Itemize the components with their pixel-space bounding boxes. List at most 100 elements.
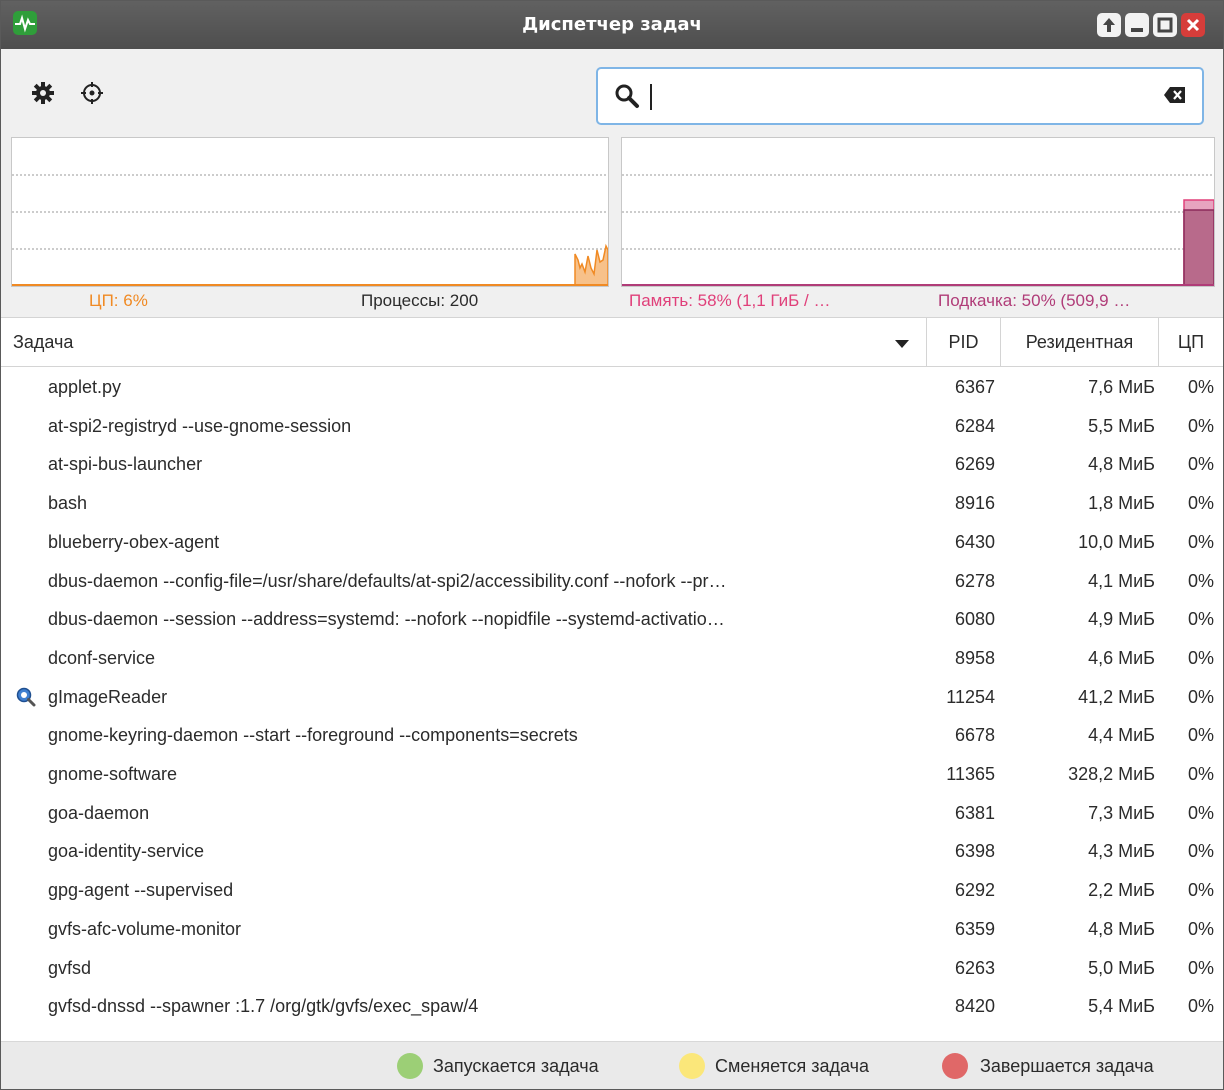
window-title: Диспетчер задач bbox=[522, 14, 702, 35]
toolbar bbox=[1, 49, 1223, 137]
process-resident-memory: 4,8 МиБ bbox=[1088, 454, 1155, 475]
process-pid: 6430 bbox=[954, 531, 995, 552]
column-header-pid[interactable]: PID bbox=[927, 318, 1001, 367]
gear-icon[interactable] bbox=[31, 81, 55, 105]
process-name: gvfs-afc-volume-monitor bbox=[48, 918, 242, 939]
table-row[interactable]: gvfs-afc-volume-monitor 6359 4,8 МиБ 0% bbox=[1, 910, 1223, 948]
process-resident-memory: 5,4 МиБ bbox=[1088, 996, 1155, 1017]
search-icon bbox=[615, 84, 639, 108]
table-row[interactable]: dbus-daemon --config-file=/usr/share/def… bbox=[1, 562, 1223, 600]
maximize-icon[interactable] bbox=[1153, 13, 1177, 37]
table-row[interactable]: gvfsd-dnssd --spawner :1.7 /org/gtk/gvfs… bbox=[1, 987, 1223, 1025]
process-resident-memory: 328,2 МиБ bbox=[1068, 764, 1155, 784]
process-pid: 6398 bbox=[954, 841, 995, 862]
process-cpu: 0% bbox=[1187, 880, 1214, 901]
process-name: dconf-service bbox=[48, 647, 156, 668]
process-resident-memory: 41,2 МиБ bbox=[1078, 686, 1155, 707]
process-pid: 11254 bbox=[946, 686, 995, 707]
cpu-usage-label: ЦП: 6% bbox=[89, 291, 148, 310]
minimize-icon[interactable] bbox=[1125, 13, 1149, 37]
process-resident-memory: 4,6 МиБ bbox=[1088, 647, 1155, 668]
table-row[interactable]: gvfsd 6263 5,0 МиБ 0% bbox=[1, 949, 1223, 987]
arrow-up-icon[interactable] bbox=[1097, 13, 1121, 37]
process-cpu: 0% bbox=[1187, 802, 1214, 823]
process-name: goa-daemon bbox=[48, 802, 150, 823]
legend-bar: Запускается задача Сменяется задача Заве… bbox=[1, 1041, 1223, 1089]
table-row[interactable]: goa-identity-service 6398 4,3 МиБ 0% bbox=[1, 832, 1223, 870]
clear-text-icon[interactable] bbox=[1164, 86, 1186, 104]
text-cursor bbox=[650, 84, 652, 110]
process-name: dbus-daemon --config-file=/usr/share/def… bbox=[48, 570, 727, 591]
process-pid: 8420 bbox=[954, 996, 995, 1017]
process-name: at-spi2-registryd --use-gnome-session bbox=[48, 415, 352, 436]
process-pid: 6284 bbox=[954, 415, 995, 436]
search-field[interactable] bbox=[596, 67, 1204, 125]
process-cpu: 0% bbox=[1187, 725, 1214, 746]
sort-descending-icon[interactable] bbox=[894, 339, 910, 349]
process-name: blueberry-obex-agent bbox=[48, 531, 220, 552]
process-resident-memory: 4,4 МиБ bbox=[1088, 725, 1155, 746]
process-pid: 6359 bbox=[954, 918, 995, 939]
process-cpu: 0% bbox=[1187, 531, 1214, 552]
process-cpu: 0% bbox=[1187, 609, 1214, 630]
process-name: goa-identity-service bbox=[48, 841, 205, 862]
starting-color-dot bbox=[397, 1053, 423, 1079]
close-icon[interactable] bbox=[1181, 13, 1205, 37]
table-row[interactable]: dbus-daemon --session --address=systemd:… bbox=[1, 600, 1223, 638]
process-pid: 8916 bbox=[954, 493, 995, 514]
table-row[interactable]: goa-daemon 6381 7,3 МиБ 0% bbox=[1, 794, 1223, 832]
legend-label: Сменяется задача bbox=[715, 1056, 870, 1076]
process-cpu: 0% bbox=[1187, 454, 1214, 475]
changing-color-dot bbox=[679, 1053, 705, 1079]
process-pid: 6080 bbox=[954, 609, 995, 630]
process-cpu: 0% bbox=[1187, 493, 1214, 514]
table-row[interactable]: dconf-service 8958 4,6 МиБ 0% bbox=[1, 639, 1223, 677]
search-input[interactable] bbox=[648, 79, 1148, 113]
table-row[interactable]: applet.py 6367 7,6 МиБ 0% bbox=[1, 368, 1223, 406]
title-bar[interactable]: Диспетчер задач bbox=[1, 1, 1223, 49]
memory-graph bbox=[621, 137, 1215, 287]
task-manager-window: Диспетчер задач ЦП: 6% Процессы: 200 Пам… bbox=[0, 0, 1224, 1090]
process-cpu: 0% bbox=[1187, 415, 1214, 436]
legend-label: Завершается задача bbox=[980, 1056, 1154, 1076]
cpu-graph bbox=[11, 137, 609, 287]
swap-usage-label: Подкачка: 50% (509,9 … bbox=[938, 291, 1131, 310]
table-row[interactable]: gImageReader 11254 41,2 МиБ 0% bbox=[1, 678, 1223, 716]
process-table: Задача PID Резидентная ЦП applet.py 6367 7… bbox=[1, 317, 1223, 1041]
process-cpu: 0% bbox=[1187, 647, 1214, 668]
column-header-resident[interactable]: Резидентная bbox=[1001, 318, 1159, 367]
process-pid: 6381 bbox=[954, 802, 995, 823]
process-pid: 6678 bbox=[954, 725, 995, 746]
memory-usage-label: Память: 58% (1,1 ГиБ / … bbox=[629, 291, 831, 310]
process-resident-memory: 7,3 МиБ bbox=[1088, 802, 1155, 823]
process-pid: 6269 bbox=[954, 454, 995, 475]
process-resident-memory: 5,0 МиБ bbox=[1088, 957, 1155, 978]
gimagereader-icon bbox=[16, 687, 36, 707]
table-row[interactable]: gnome-software 11365 328,2 МиБ 0% bbox=[1, 755, 1223, 793]
process-cpu: 0% bbox=[1187, 918, 1214, 939]
process-name: bash bbox=[48, 493, 88, 514]
table-row[interactable]: gnome-keyring-daemon --start --foregroun… bbox=[1, 716, 1223, 754]
process-name: dbus-daemon --session --address=systemd:… bbox=[48, 609, 725, 630]
process-name: gImageReader bbox=[48, 686, 168, 707]
process-name: gnome-keyring-daemon --start --foregroun… bbox=[48, 725, 578, 746]
table-row[interactable]: blueberry-obex-agent 6430 10,0 МиБ 0% bbox=[1, 523, 1223, 561]
table-row[interactable]: at-spi2-registryd --use-gnome-session 628… bbox=[1, 407, 1223, 445]
table-header: Задача PID Резидентная ЦП bbox=[1, 317, 1223, 367]
status-line: ЦП: 6% Процессы: 200 Память: 58% (1,1 Ги… bbox=[1, 287, 1223, 317]
process-resident-memory: 4,9 МиБ bbox=[1088, 609, 1155, 630]
process-name: gvfsd-dnssd --spawner :1.7 /org/gtk/gvfs… bbox=[48, 996, 479, 1017]
crosshair-icon[interactable] bbox=[80, 81, 104, 105]
process-cpu: 0% bbox=[1187, 996, 1214, 1017]
table-row[interactable]: gpg-agent --supervised 6292 2,2 МиБ 0% bbox=[1, 871, 1223, 909]
column-header-cpu[interactable]: ЦП bbox=[1159, 318, 1223, 367]
process-name: gpg-agent --supervised bbox=[48, 880, 234, 901]
process-resident-memory: 4,1 МиБ bbox=[1088, 570, 1155, 591]
process-resident-memory: 4,3 МиБ bbox=[1088, 841, 1155, 862]
table-row[interactable]: at-spi-bus-launcher 6269 4,8 МиБ 0% bbox=[1, 445, 1223, 483]
table-row[interactable]: bash 8916 1,8 МиБ 0% bbox=[1, 484, 1223, 522]
column-header-task[interactable]: Задача bbox=[1, 318, 927, 367]
process-resident-memory: 5,5 МиБ bbox=[1088, 415, 1155, 436]
process-cpu: 0% bbox=[1187, 570, 1214, 591]
process-resident-memory: 4,8 МиБ bbox=[1088, 918, 1155, 939]
